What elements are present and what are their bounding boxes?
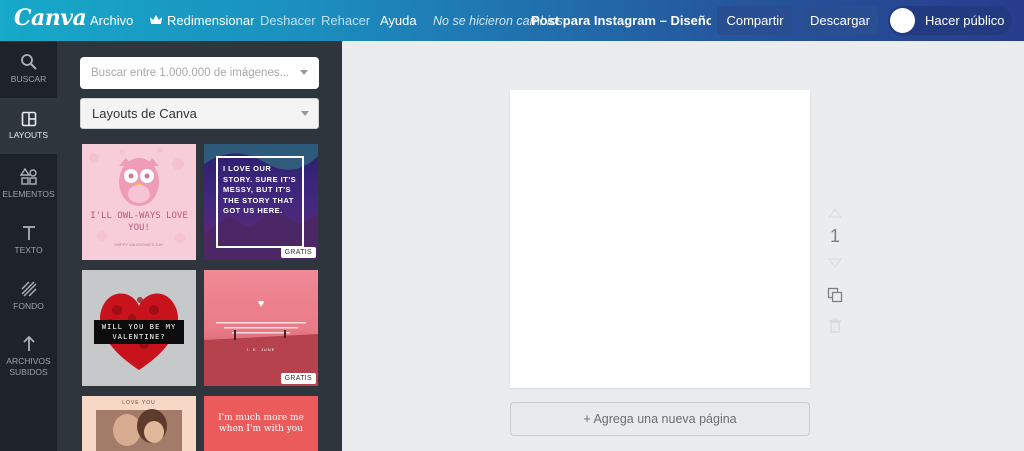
- layout-thumbnail-love-you[interactable]: LOVE YOU: [82, 396, 196, 451]
- rail-item-uploads[interactable]: ARCHIVOS SUBIDOS: [0, 335, 57, 391]
- page-down-icon[interactable]: [825, 258, 845, 268]
- text-icon: [20, 224, 38, 245]
- layout-source-select[interactable]: Layouts de Canva: [80, 98, 319, 129]
- thumbnail-subtext: HAPPY VALENTINE'S DAY: [114, 242, 164, 247]
- thumbnail-subtext: I. E. JUNE: [246, 347, 276, 352]
- rail-item-elements[interactable]: ELEMENTOS: [0, 168, 57, 212]
- free-badge: GRATIS: [280, 247, 316, 258]
- help-menu[interactable]: Ayuda: [380, 0, 417, 41]
- layout-thumbnail-pink-landscape[interactable]: ♥ I. E. JUNE GRATIS: [204, 270, 318, 386]
- design-artboard[interactable]: [510, 90, 810, 388]
- rail-label: ELEMENTOS: [2, 189, 55, 199]
- toggle-knob: [890, 8, 915, 33]
- file-menu[interactable]: Archivo: [90, 0, 133, 41]
- search-dropdown-icon[interactable]: [300, 70, 308, 75]
- couple-photo: [96, 409, 182, 451]
- layout-thumbnail-owl[interactable]: I'LL OWL-WAYS LOVE YOU! HAPPY VALENTINE'…: [82, 144, 196, 260]
- rail-label: BUSCAR: [10, 74, 47, 84]
- resize-label: Redimensionar: [167, 13, 255, 28]
- download-button[interactable]: Descargar: [802, 6, 878, 35]
- search-icon: [20, 53, 38, 74]
- background-icon: [20, 280, 38, 301]
- page-number: 1: [829, 226, 840, 246]
- duplicate-page-icon[interactable]: [825, 287, 845, 303]
- layout-select-value: Layouts de Canva: [92, 106, 197, 121]
- layout-thumbnail-much-more-me[interactable]: I'm much more me when I'm with you: [204, 396, 318, 451]
- image-search-input[interactable]: [80, 57, 319, 89]
- thumbnail-text: I'LL OWL-WAYS LOVE YOU!: [90, 211, 188, 233]
- resize-menu[interactable]: Redimensionar: [150, 0, 254, 41]
- publish-label: Hacer público: [925, 13, 1005, 28]
- thumbnail-text: WILL YOU BE MY VALENTINE?: [94, 320, 184, 344]
- upload-icon: [20, 335, 38, 356]
- layouts-icon: [21, 111, 37, 130]
- share-button[interactable]: Compartir: [717, 6, 793, 35]
- redo-button[interactable]: Rehacer: [321, 0, 370, 41]
- undo-button[interactable]: Deshacer: [260, 0, 316, 41]
- thumbnail-text: I'm much more me when I'm with you: [218, 413, 304, 434]
- add-page-button[interactable]: + Agrega una nueva página: [510, 402, 810, 436]
- rail-item-layouts[interactable]: LAYOUTS: [0, 98, 57, 154]
- document-title[interactable]: Post para Instagram – Diseño sin nombre: [531, 0, 711, 41]
- rail-label: ARCHIVOS SUBIDOS: [6, 356, 51, 377]
- canva-logo[interactable]: Canva: [14, 5, 87, 31]
- layout-thumbnail-love-story[interactable]: I LOVE OUR STORY. SURE IT'S MESSY, BUT I…: [204, 144, 318, 260]
- layout-thumbnail-valentine[interactable]: WILL YOU BE MY VALENTINE?: [82, 270, 196, 386]
- left-rail: BUSCAR LAYOUTS ELEMENTOS TEXTO FONDO ARC…: [0, 41, 57, 451]
- rail-item-background[interactable]: FONDO: [0, 280, 57, 324]
- rail-item-text[interactable]: TEXTO: [0, 224, 57, 268]
- free-badge: GRATIS: [280, 373, 316, 384]
- landscape-illustration: [204, 322, 318, 386]
- layouts-panel: Layouts de Canva I'LL OWL-WAYS LOVE YOU!…: [57, 41, 342, 451]
- rail-item-search[interactable]: BUSCAR: [0, 53, 57, 97]
- publish-toggle[interactable]: Hacer público: [888, 6, 1012, 35]
- elements-icon: [19, 168, 38, 189]
- top-toolbar: Canva Archivo Redimensionar Deshacer Reh…: [0, 0, 1024, 41]
- page-up-icon[interactable]: [825, 208, 845, 218]
- rail-label: FONDO: [13, 301, 44, 311]
- rail-label: TEXTO: [14, 245, 43, 255]
- heart-icon: ♥: [257, 298, 265, 310]
- chevron-down-icon: [301, 111, 309, 116]
- thumbnail-text: I LOVE OUR STORY. SURE IT'S MESSY, BUT I…: [223, 164, 297, 215]
- rail-label: LAYOUTS: [8, 130, 49, 140]
- crown-icon: [150, 14, 162, 28]
- delete-page-icon[interactable]: [825, 318, 845, 334]
